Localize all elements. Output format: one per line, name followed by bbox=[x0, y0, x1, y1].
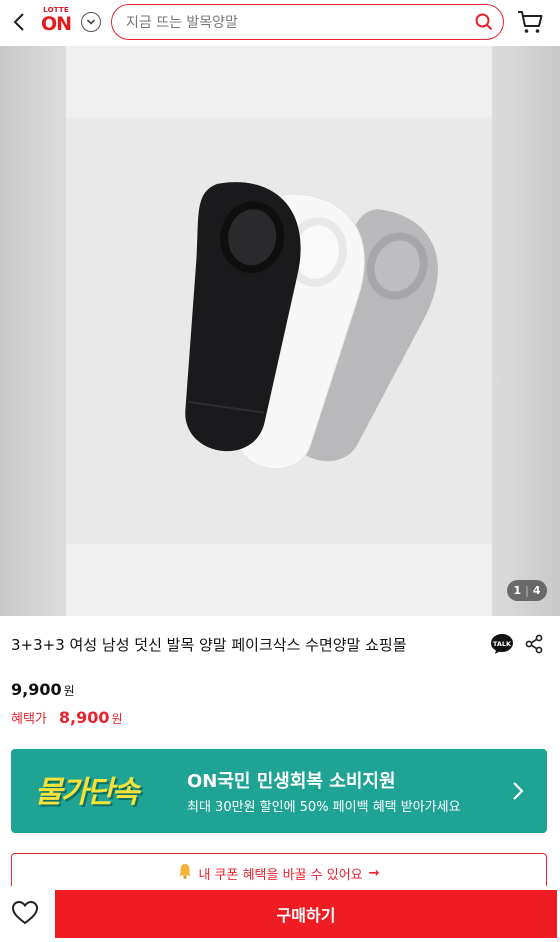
socks-illustration bbox=[185, 182, 438, 470]
logo-main-text: ON bbox=[40, 13, 72, 35]
price: 9,900 원 bbox=[11, 680, 75, 699]
image-counter: 1 | 4 bbox=[507, 580, 547, 601]
benefit-price-label: 혜택가 bbox=[11, 712, 47, 727]
search-input[interactable]: 지금 뜨는 발목양말 bbox=[111, 4, 504, 40]
buy-button[interactable]: 구매하기 bbox=[55, 890, 557, 938]
product-title: 3+3+3 여성 남성 덧신 발목 양말 페이크삭스 수면양말 쇼핑몰 bbox=[11, 636, 407, 654]
cart-icon[interactable] bbox=[517, 10, 543, 34]
chevron-right-icon bbox=[513, 782, 524, 800]
product-page: LOTTE ON 지금 뜨는 발목양말 1 | 4 3+3+3 여성 남성 덧신… bbox=[0, 0, 560, 942]
promo-banner-logo: 물가단속 bbox=[35, 775, 139, 810]
heart-icon[interactable] bbox=[11, 900, 39, 926]
image-counter-current: 1 bbox=[513, 584, 522, 597]
product-image-gallery[interactable] bbox=[0, 46, 560, 616]
bottom-bar: 구매하기 bbox=[0, 886, 560, 942]
bell-icon bbox=[178, 863, 192, 883]
price-value: 9,900 bbox=[11, 680, 62, 699]
product-photo bbox=[66, 46, 492, 616]
benefit-price-unit: 원 bbox=[111, 712, 123, 726]
search-placeholder: 지금 뜨는 발목양말 bbox=[126, 15, 238, 31]
price-unit: 원 bbox=[63, 684, 75, 698]
arrow-right-icon: → bbox=[368, 865, 380, 881]
benefit-price-value: 8,900 bbox=[58, 708, 110, 727]
promo-banner[interactable]: 물가단속 ON국민 민생회복 소비지원 최대 30만원 할인에 50% 페이백 … bbox=[11, 749, 547, 833]
kakao-talk-icon[interactable]: TALK bbox=[490, 633, 514, 655]
share-icon[interactable] bbox=[524, 634, 544, 654]
benefit-price: 혜택가 8,900 원 bbox=[11, 708, 123, 727]
image-counter-separator: | bbox=[525, 584, 529, 597]
coupon-label: 내 쿠폰 혜택을 바꿀 수 있어요 bbox=[198, 867, 363, 883]
chevron-down-icon[interactable] bbox=[81, 12, 101, 32]
promo-banner-subtitle: 최대 30만원 할인에 50% 페이백 혜택 받아가세요 bbox=[187, 800, 461, 815]
search-icon[interactable] bbox=[475, 13, 493, 31]
back-icon[interactable] bbox=[8, 10, 30, 34]
image-counter-total: 4 bbox=[532, 584, 541, 597]
talk-badge-text: TALK bbox=[493, 640, 512, 648]
lotte-on-logo[interactable]: LOTTE ON bbox=[39, 6, 73, 36]
header: LOTTE ON 지금 뜨는 발목양말 bbox=[0, 0, 560, 46]
promo-banner-title: ON국민 민생회복 소비지원 bbox=[187, 771, 396, 792]
product-photo-backdrop bbox=[66, 118, 492, 544]
